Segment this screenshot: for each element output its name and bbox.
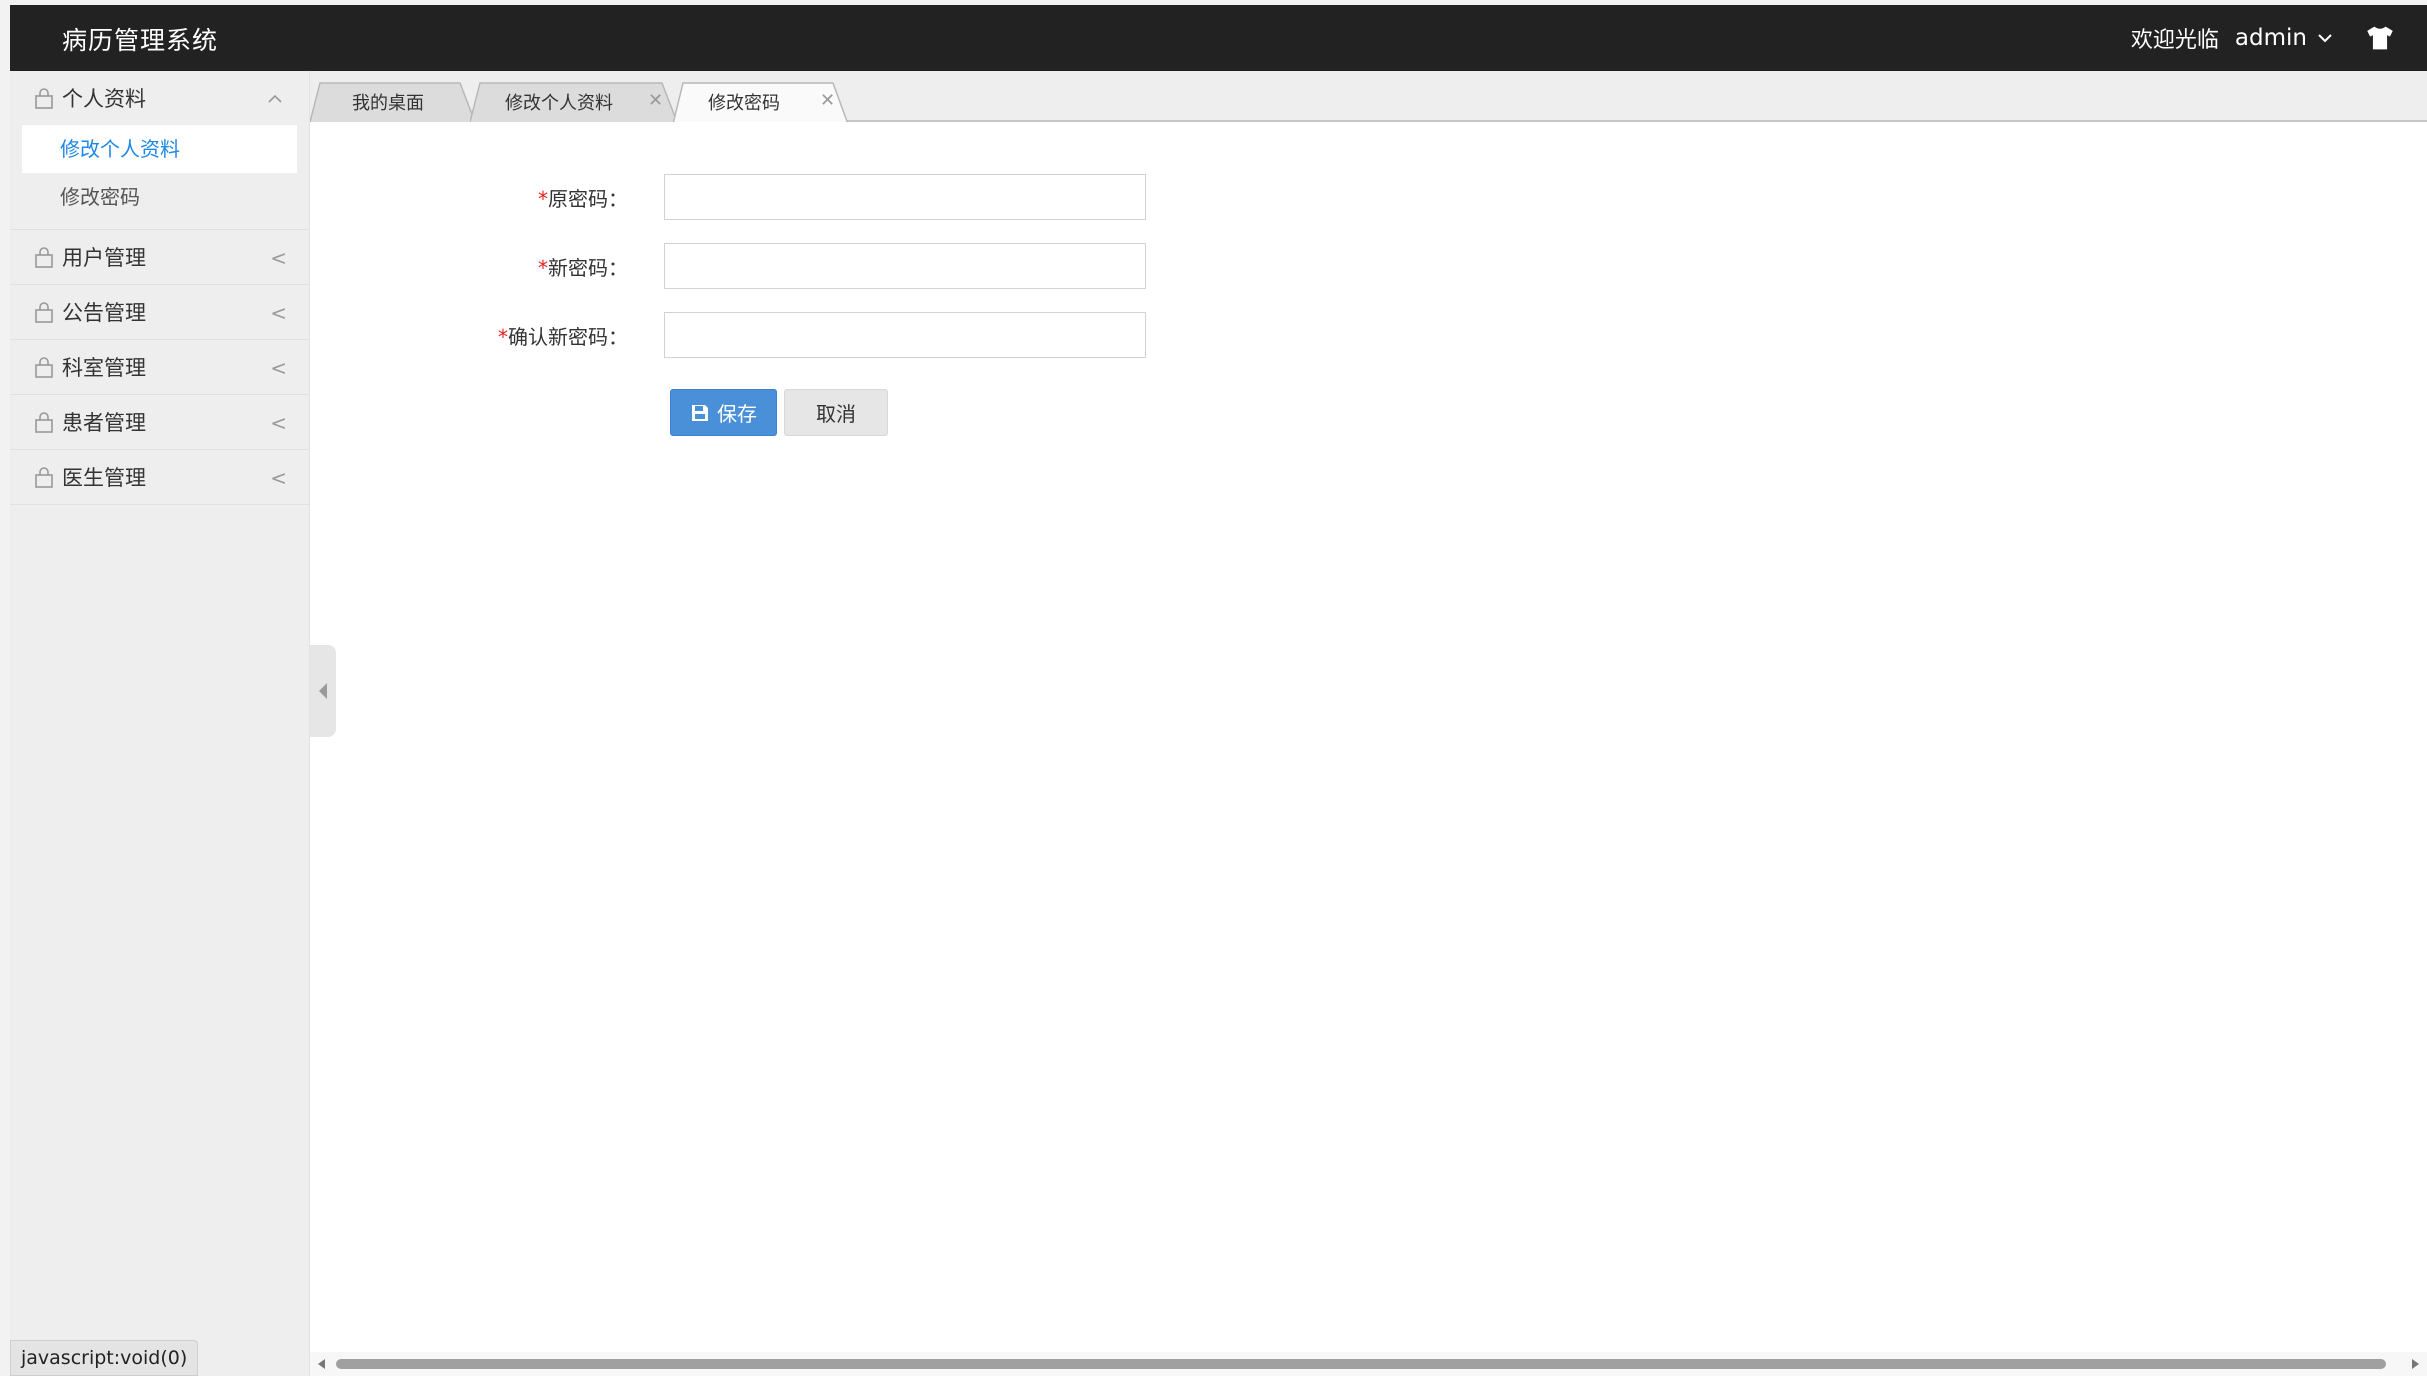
- submenu-personal: 修改个人资料 修改密码: [10, 125, 309, 229]
- sidebar-collapse-handle[interactable]: [310, 645, 336, 737]
- scroll-right-icon[interactable]: [2411, 1358, 2421, 1370]
- horizontal-scrollbar[interactable]: [310, 1352, 2427, 1376]
- menu-group-users: 用户管理 <: [10, 230, 309, 285]
- field-label: *新密码：: [310, 252, 638, 281]
- scrollbar-thumb[interactable]: [336, 1359, 2386, 1369]
- skin-icon[interactable]: [2363, 21, 2397, 55]
- menu-group-personal: 个人资料 修改个人资料 修改密码: [10, 71, 309, 230]
- scroll-left-icon[interactable]: [316, 1358, 326, 1370]
- app-window: 病历管理系统 欢迎光临 admin 个人资料 修改个人资料 修改密码 用户管理 …: [0, 0, 2427, 1376]
- menu-group-doctors: 医生管理 <: [10, 450, 309, 505]
- user-menu[interactable]: admin: [2235, 25, 2335, 51]
- close-icon[interactable]: ✕: [648, 90, 663, 111]
- lock-icon: [35, 467, 53, 488]
- collapsed-arrow-icon: <: [270, 411, 287, 435]
- save-button-label: 保存: [717, 402, 757, 426]
- menu-head-patients[interactable]: 患者管理 <: [10, 395, 309, 449]
- tab-label: 修改个人资料: [505, 92, 613, 114]
- tab-change-password[interactable]: 修改密码 ✕: [673, 81, 853, 124]
- required-mark: *: [538, 186, 548, 211]
- app-title: 病历管理系统: [62, 26, 219, 55]
- close-icon[interactable]: ✕: [820, 90, 835, 111]
- collapsed-arrow-icon: <: [270, 246, 287, 270]
- chevron-up-icon: [268, 94, 282, 103]
- link-status-bar: javascript:void(0): [10, 1340, 199, 1376]
- menu-head-personal[interactable]: 个人资料: [10, 71, 309, 125]
- lock-icon: [35, 88, 53, 109]
- top-header: 病历管理系统 欢迎光临 admin: [10, 5, 2427, 71]
- welcome-text: 欢迎光临: [2130, 28, 2219, 53]
- old-password-input[interactable]: [664, 174, 1146, 220]
- menu-group-departments: 科室管理 <: [10, 340, 309, 395]
- save-icon: [692, 404, 708, 421]
- sidebar-item-change-password[interactable]: 修改密码: [22, 173, 297, 221]
- menu-head-notices[interactable]: 公告管理 <: [10, 285, 309, 339]
- menu-head-doctors[interactable]: 医生管理 <: [10, 450, 309, 504]
- lock-icon: [35, 357, 53, 378]
- lock-icon: [35, 412, 53, 433]
- required-mark: *: [538, 255, 548, 280]
- tab-desktop[interactable]: 我的桌面: [310, 81, 480, 122]
- lock-icon: [35, 247, 53, 268]
- collapse-left-icon: [319, 683, 327, 699]
- sidebar: 个人资料 修改个人资料 修改密码 用户管理 < 公告管理 < 科室管理 < 患者…: [10, 71, 310, 1376]
- tab-bar: 我的桌面 修改个人资料 ✕ 修改密码 ✕: [310, 71, 2427, 124]
- field-label: *确认新密码：: [310, 321, 638, 350]
- menu-head-label: 科室管理: [62, 356, 146, 380]
- collapsed-arrow-icon: <: [270, 301, 287, 325]
- menu-head-label: 公告管理: [62, 301, 146, 325]
- sidebar-item-edit-profile[interactable]: 修改个人资料: [22, 125, 297, 173]
- lock-icon: [35, 302, 53, 323]
- menu-head-departments[interactable]: 科室管理 <: [10, 340, 309, 394]
- menu-group-patients: 患者管理 <: [10, 395, 309, 450]
- form-row-old-password: *原密码：: [310, 174, 1146, 220]
- collapsed-arrow-icon: <: [270, 356, 287, 380]
- chevron-down-icon: [2318, 34, 2332, 43]
- field-label-text: 原密码：: [548, 186, 628, 211]
- user-bar: 欢迎光临 admin: [2131, 5, 2427, 71]
- new-password-input[interactable]: [664, 243, 1146, 289]
- field-label-text: 确认新密码：: [508, 324, 628, 349]
- menu-head-label: 患者管理: [62, 411, 146, 435]
- menu-head-label: 用户管理: [62, 246, 146, 270]
- username: admin: [2234, 25, 2307, 51]
- menu-head-label: 医生管理: [62, 466, 146, 490]
- collapsed-arrow-icon: <: [270, 466, 287, 490]
- save-button[interactable]: 保存: [670, 389, 777, 436]
- form-row-new-password: *新密码：: [310, 243, 1146, 289]
- required-mark: *: [498, 324, 508, 349]
- tab-edit-profile[interactable]: 修改个人资料 ✕: [470, 81, 682, 122]
- field-label: *原密码：: [310, 183, 638, 212]
- menu-head-label: 个人资料: [62, 87, 146, 111]
- menu-group-notices: 公告管理 <: [10, 285, 309, 340]
- tab-label: 我的桌面: [352, 92, 424, 114]
- cancel-button[interactable]: 取消: [784, 389, 888, 436]
- confirm-password-input[interactable]: [664, 312, 1146, 358]
- main-content: *原密码： *新密码： *确认新密码： 保存 取消: [310, 122, 2427, 1352]
- field-label-text: 新密码：: [548, 255, 628, 280]
- form-row-confirm-password: *确认新密码：: [310, 312, 1146, 358]
- tab-label: 修改密码: [708, 92, 780, 114]
- menu-head-users[interactable]: 用户管理 <: [10, 230, 309, 284]
